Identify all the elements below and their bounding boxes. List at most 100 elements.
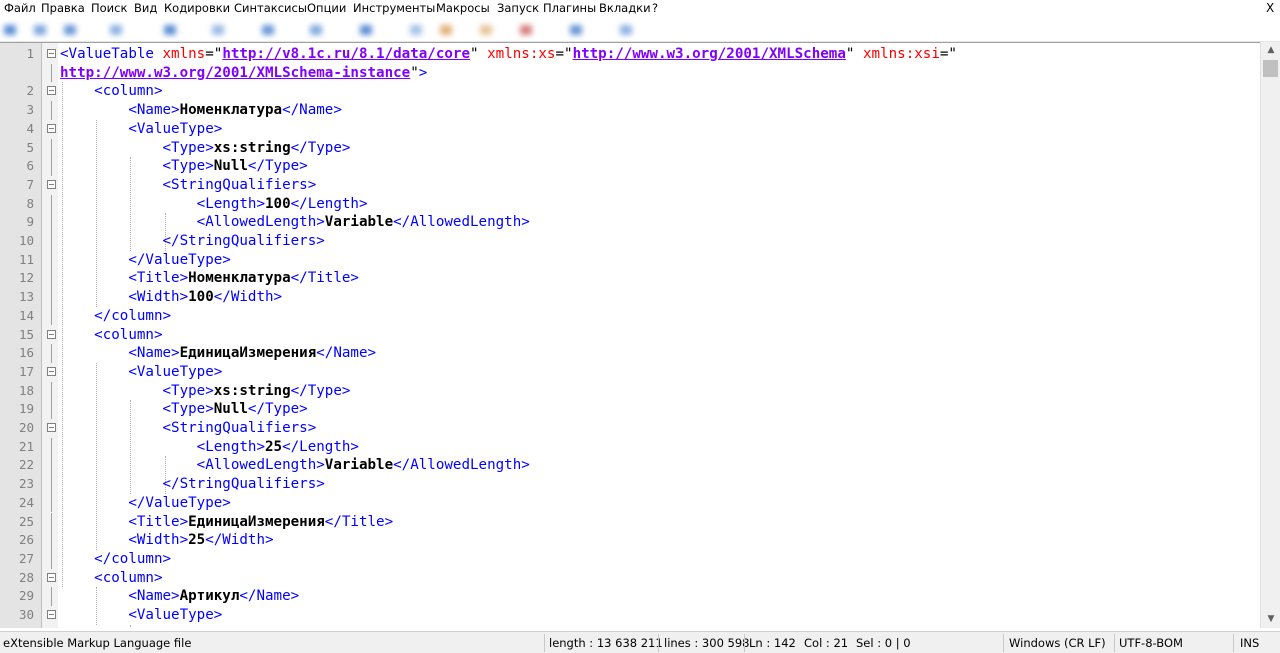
- fold-toggle-icon[interactable]: [47, 49, 56, 58]
- vertical-scrollbar[interactable]: ▲ ▼: [1260, 42, 1280, 628]
- undo-icon[interactable]: [410, 25, 422, 35]
- code-text: <StringQualifiers>: [60, 419, 316, 438]
- fold-toggle-icon[interactable]: [47, 123, 56, 133]
- record-macro-icon[interactable]: [520, 25, 532, 35]
- syntax-token-txt: Null: [213, 401, 248, 418]
- menu-plugins[interactable]: Плагины: [543, 0, 596, 16]
- status-eol[interactable]: Windows (CR LF): [1009, 632, 1106, 653]
- status-insert-mode[interactable]: INS: [1240, 632, 1259, 653]
- menu-help[interactable]: ?: [652, 0, 658, 16]
- fold-line: [51, 512, 52, 532]
- menu-macros[interactable]: Макросы: [436, 0, 490, 16]
- code-line[interactable]: 9 <AllowedLength>Variable</AllowedLength…: [0, 213, 1260, 232]
- menu-file[interactable]: Файл: [4, 0, 36, 16]
- menu-view[interactable]: Вид: [134, 0, 157, 16]
- copy-icon[interactable]: [310, 25, 322, 35]
- scroll-thumb[interactable]: [1263, 60, 1278, 77]
- menu-search[interactable]: Поиск: [91, 0, 127, 16]
- redo-icon[interactable]: [440, 25, 452, 35]
- menu-tools[interactable]: Инструменты: [353, 0, 435, 16]
- code-line[interactable]: 6 <Type>Null</Type>: [0, 157, 1260, 176]
- menu-options[interactable]: Опции: [307, 0, 346, 16]
- code-line[interactable]: 28 <column>: [0, 569, 1260, 588]
- syntax-token-tag: </Name>: [316, 345, 377, 362]
- code-line[interactable]: 5 <Type>xs:string</Type>: [0, 138, 1260, 158]
- code-line[interactable]: 2 <column>: [0, 82, 1260, 101]
- fold-line: [51, 456, 52, 476]
- code-line[interactable]: 26 <Width>25</Width>: [0, 531, 1260, 550]
- syntax-token-tag: <Title>: [60, 270, 189, 287]
- code-line[interactable]: 11 </ValueType>: [0, 250, 1260, 270]
- fold-line: [51, 381, 52, 401]
- zoom-icon[interactable]: [570, 25, 582, 35]
- menu-edit[interactable]: Правка: [41, 0, 85, 16]
- indent-guide: [130, 157, 132, 251]
- syntax-token-tag: </AllowedLength>: [393, 214, 530, 231]
- code-line[interactable]: 29 <Name>Артикул</Name>: [0, 587, 1260, 606]
- line-number: 30: [18, 607, 34, 622]
- code-line[interactable]: 23 </StringQualifiers>: [0, 475, 1260, 494]
- cut-icon[interactable]: [262, 25, 274, 35]
- line-number: 26: [18, 532, 34, 548]
- syntax-token-tag: <column>: [60, 569, 163, 586]
- syntax-token-tag: </Width>: [213, 289, 283, 306]
- code-line[interactable]: 8 <Length>100</Length>: [0, 194, 1260, 214]
- fold-toggle-icon[interactable]: [47, 610, 56, 619]
- scroll-down-icon[interactable]: ▼: [1261, 611, 1280, 628]
- fold-toggle-icon[interactable]: [47, 423, 56, 432]
- code-line[interactable]: 22 <AllowedLength>Variable</AllowedLengt…: [0, 456, 1260, 476]
- syntax-token-tag: <column>: [60, 326, 163, 343]
- code-line[interactable]: 24 </ValueType>: [0, 493, 1260, 513]
- code-line[interactable]: 20 <StringQualifiers>: [0, 419, 1260, 438]
- code-line[interactable]: 3 <Name>Номенклатура</Name>: [0, 101, 1260, 120]
- open-file-icon[interactable]: [34, 25, 46, 35]
- code-line[interactable]: 25 <Title>ЕдиницаИзмерения</Title>: [0, 512, 1260, 532]
- code-line[interactable]: 16 <Name>ЕдиницаИзмерения</Name>: [0, 344, 1260, 363]
- print-icon[interactable]: [212, 25, 224, 35]
- syntax-token-tag: <Length>: [60, 438, 265, 455]
- code-line[interactable]: http://www.w3.org/2001/XMLSchema-instanc…: [0, 63, 1260, 83]
- menu-tabs[interactable]: Вкладки: [599, 0, 651, 16]
- code-line[interactable]: 10 </StringQualifiers>: [0, 232, 1260, 251]
- menu-run[interactable]: Запуск: [497, 0, 539, 16]
- menu-encoding[interactable]: Кодировки: [164, 0, 230, 16]
- status-bar: eXtensible Markup Language file length :…: [0, 631, 1280, 653]
- code-line[interactable]: 30 <ValueType>: [0, 606, 1260, 625]
- status-length: length : 13 638 211: [549, 636, 663, 650]
- code-line[interactable]: 4 <ValueType>: [0, 120, 1260, 139]
- toolbar-buttons: [0, 18, 670, 40]
- code-text: <ValueType>: [60, 606, 222, 625]
- menu-syntax[interactable]: Синтаксисы: [234, 0, 307, 16]
- fold-toggle-icon[interactable]: [47, 329, 56, 339]
- fold-toggle-icon[interactable]: [47, 366, 56, 376]
- close-file-icon[interactable]: [164, 25, 176, 35]
- code-line[interactable]: 17 <ValueType>: [0, 363, 1260, 382]
- code-text: <column>: [60, 326, 163, 345]
- fold-line: [51, 531, 52, 550]
- code-line[interactable]: 27 </column>: [0, 549, 1260, 569]
- status-encoding[interactable]: UTF-8-BOM: [1119, 632, 1183, 653]
- line-number: 1: [26, 46, 34, 61]
- code-line[interactable]: 19 <Type>Null</Type>: [0, 400, 1260, 419]
- fold-toggle-icon[interactable]: [47, 179, 56, 189]
- find-icon[interactable]: [480, 25, 492, 35]
- new-file-icon[interactable]: [4, 25, 16, 35]
- code-line[interactable]: 14 </column>: [0, 306, 1260, 326]
- code-line[interactable]: 7 <StringQualifiers>: [0, 176, 1260, 195]
- line-number: 17: [18, 363, 34, 379]
- editor[interactable]: 1 <ValueTable xmlns="http://v8.1c.ru/8.1/…: [0, 42, 1280, 628]
- code-line[interactable]: 1 <ValueTable xmlns="http://v8.1c.ru/8.1/…: [0, 45, 1260, 64]
- code-line[interactable]: 21 <Length>25</Length>: [0, 437, 1260, 457]
- fold-toggle-icon[interactable]: [47, 572, 56, 582]
- code-line[interactable]: 13 <Width>100</Width>: [0, 288, 1260, 307]
- save-icon[interactable]: [64, 25, 76, 35]
- scroll-up-icon[interactable]: ▲: [1261, 42, 1280, 59]
- code-line[interactable]: 18 <Type>xs:string</Type>: [0, 381, 1260, 401]
- close-icon[interactable]: X: [1266, 0, 1274, 16]
- code-line[interactable]: 12 <Title>Номенклатура</Title>: [0, 269, 1260, 289]
- paste-icon[interactable]: [360, 25, 372, 35]
- fold-toggle-icon[interactable]: [47, 86, 56, 96]
- save-all-icon[interactable]: [110, 25, 122, 35]
- code-line[interactable]: 15 <column>: [0, 326, 1260, 345]
- wrap-icon[interactable]: [620, 25, 632, 35]
